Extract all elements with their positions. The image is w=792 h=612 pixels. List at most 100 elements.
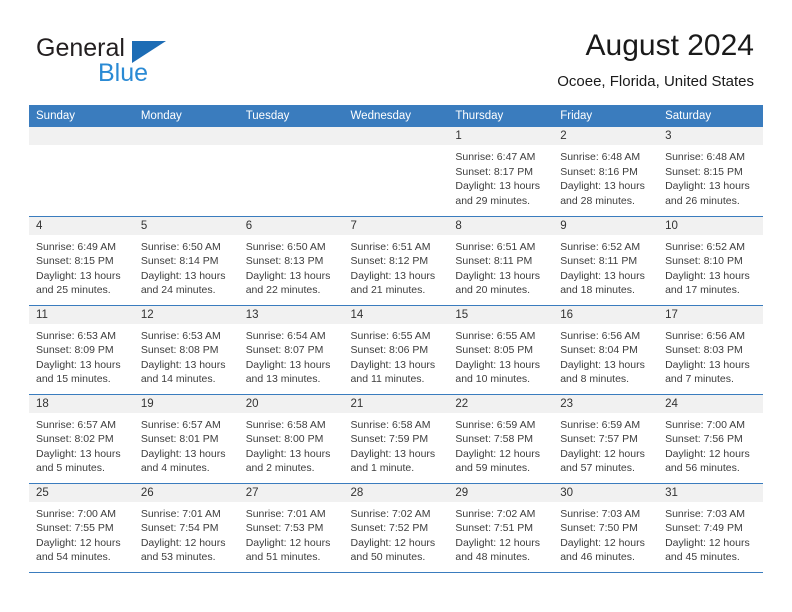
sunset-time: Sunset: 8:15 PM [665, 165, 743, 178]
calendar-day-cell[interactable]: 1 Sunrise: 6:47 AM Sunset: 8:17 PM Daylight… [448, 127, 554, 217]
calendar-week-row: 1 Sunrise: 6:47 AM Sunset: 8:17 PM Daylight… [29, 127, 763, 217]
daylight-duration-line2: and 54 minutes. [36, 551, 111, 563]
daylight-duration-line1: Daylight: 12 hours [36, 536, 121, 549]
daylight-duration-line1: Daylight: 13 hours [140, 447, 226, 460]
calendar-day-cell[interactable]: 17 Sunrise: 6:56 AM Sunset: 8:03 PM Dayligh… [658, 305, 763, 395]
sunrise-time: Sunrise: 6:57 AM [140, 418, 221, 431]
sunset-time: Sunset: 8:16 PM [560, 165, 638, 178]
sunrise-time: Sunrise: 6:53 AM [36, 329, 116, 342]
sunset-time: Sunset: 7:50 PM [560, 522, 638, 534]
calendar-day-cell[interactable]: 9 Sunrise: 6:52 AM Sunset: 8:11 PM Daylight… [553, 216, 659, 306]
daylight-duration-line1: Daylight: 13 hours [350, 447, 436, 460]
sunset-time: Sunset: 8:09 PM [36, 344, 114, 356]
calendar-day-cell[interactable]: 2 Sunrise: 6:48 AM Sunset: 8:16 PM Daylight… [553, 127, 659, 217]
day-details: Sunrise: 6:52 AM Sunset: 8:11 PM Daylight:… [553, 235, 658, 298]
daylight-duration-line1: Daylight: 13 hours [140, 269, 226, 282]
calendar-day-cell[interactable]: 23 Sunrise: 6:59 AM Sunset: 7:57 PM Dayligh… [553, 394, 659, 484]
calendar-day-cell[interactable]: 19 Sunrise: 6:57 AM Sunset: 8:01 PM Dayligh… [133, 394, 239, 484]
calendar-day-cell[interactable]: 7 Sunrise: 6:51 AM Sunset: 8:12 PM Daylight… [343, 216, 449, 306]
sunrise-time: Sunrise: 6:52 AM [665, 240, 746, 253]
daylight-duration-line1: Daylight: 12 hours [560, 447, 645, 460]
sunrise-time: Sunrise: 6:48 AM [560, 151, 641, 163]
day-number: 11 [29, 305, 134, 324]
day-number: 3 [658, 127, 763, 145]
day-details: Sunrise: 6:58 AM Sunset: 7:59 PM Daylight:… [344, 413, 449, 476]
daylight-duration-line2: and 10 minutes. [455, 373, 531, 385]
day-number: 10 [658, 216, 763, 235]
day-details: Sunrise: 6:59 AM Sunset: 7:58 PM Daylight:… [448, 413, 553, 476]
day-number: 5 [133, 216, 239, 235]
day-number: 26 [133, 483, 239, 502]
daylight-duration-line2: and 25 minutes. [36, 284, 111, 296]
calendar-day-cell[interactable]: 14 Sunrise: 6:55 AM Sunset: 8:06 PM Dayligh… [343, 305, 449, 395]
day-number: 31 [658, 483, 763, 502]
calendar-header-row: Sunday Monday Tuesday Wednesday Thursday Frid… [29, 105, 763, 127]
sunrise-time: Sunrise: 7:01 AM [245, 507, 326, 520]
day-details: Sunrise: 6:56 AM Sunset: 8:03 PM Daylight:… [658, 324, 763, 387]
calendar-day-cell[interactable]: 25 Sunrise: 7:00 AM Sunset: 7:55 PM Dayligh… [29, 483, 134, 573]
day-details: Sunrise: 6:57 AM Sunset: 8:01 PM Daylight:… [134, 413, 239, 476]
calendar-day-cell[interactable]: 29 Sunrise: 7:02 AM Sunset: 7:51 PM Dayligh… [448, 483, 554, 573]
day-number: 30 [553, 483, 659, 502]
calendar-day-cell[interactable]: 20 Sunrise: 6:58 AM Sunset: 8:00 PM Dayligh… [238, 394, 344, 484]
calendar-day-cell[interactable]: 10 Sunrise: 6:52 AM Sunset: 8:10 PM Dayligh… [658, 216, 763, 306]
sunrise-time: Sunrise: 7:01 AM [140, 507, 221, 520]
sunset-time: Sunset: 7:53 PM [245, 522, 324, 534]
sunrise-time: Sunrise: 6:58 AM [350, 418, 431, 431]
day-details: Sunrise: 6:47 AM Sunset: 8:17 PM Daylight:… [448, 145, 553, 208]
calendar-day-cell[interactable]: 3 Sunrise: 6:48 AM Sunset: 8:15 PM Daylight… [658, 127, 763, 217]
daylight-duration-line2: and 18 minutes. [560, 284, 635, 296]
day-details: Sunrise: 7:03 AM Sunset: 7:49 PM Daylight:… [658, 502, 763, 565]
location-subtitle: Ocoee, Florida, United States [557, 73, 754, 90]
calendar-day-cell[interactable]: 22 Sunrise: 6:59 AM Sunset: 7:58 PM Dayligh… [448, 394, 554, 484]
calendar-day-cell[interactable]: 12 Sunrise: 6:53 AM Sunset: 8:08 PM Dayligh… [133, 305, 239, 395]
sunrise-time: Sunrise: 6:59 AM [560, 418, 641, 431]
daylight-duration-line2: and 13 minutes. [245, 373, 321, 385]
page-header: General Blue August 2024 Ocoee, Florida,… [0, 0, 792, 100]
sunset-time: Sunset: 8:15 PM [36, 255, 114, 267]
calendar-day-cell-empty [343, 127, 449, 217]
day-number: 4 [29, 216, 134, 235]
day-number: 17 [658, 305, 763, 324]
sunset-time: Sunset: 7:55 PM [36, 522, 114, 534]
daylight-duration-line1: Daylight: 13 hours [665, 269, 750, 282]
sunset-time: Sunset: 8:01 PM [140, 433, 219, 445]
daylight-duration-line2: and 7 minutes. [665, 373, 734, 385]
calendar-day-cell[interactable]: 4 Sunrise: 6:49 AM Sunset: 8:15 PM Daylight… [29, 216, 134, 306]
calendar-day-cell[interactable]: 6 Sunrise: 6:50 AM Sunset: 8:13 PM Daylight… [238, 216, 344, 306]
daylight-duration-line2: and 51 minutes. [245, 551, 321, 563]
sunrise-time: Sunrise: 6:55 AM [455, 329, 536, 342]
calendar-day-cell[interactable]: 26 Sunrise: 7:01 AM Sunset: 7:54 PM Dayligh… [133, 483, 239, 573]
daylight-duration-line2: and 14 minutes. [140, 373, 216, 385]
calendar-day-cell[interactable]: 13 Sunrise: 6:54 AM Sunset: 8:07 PM Dayligh… [238, 305, 344, 395]
calendar-day-cell[interactable]: 31 Sunrise: 7:03 AM Sunset: 7:49 PM Dayligh… [658, 483, 763, 573]
daylight-duration-line1: Daylight: 13 hours [455, 269, 541, 282]
sunset-time: Sunset: 8:02 PM [36, 433, 114, 445]
day-number: 14 [343, 305, 449, 324]
general-blue-logo[interactable]: General Blue [36, 34, 266, 90]
calendar-day-cell[interactable]: 30 Sunrise: 7:03 AM Sunset: 7:50 PM Dayligh… [553, 483, 659, 573]
calendar-day-cell-empty [133, 127, 239, 217]
day-details: Sunrise: 7:02 AM Sunset: 7:51 PM Daylight:… [448, 502, 553, 565]
calendar-day-cell[interactable]: 16 Sunrise: 6:56 AM Sunset: 8:04 PM Dayligh… [553, 305, 659, 395]
calendar-day-cell[interactable]: 24 Sunrise: 7:00 AM Sunset: 7:56 PM Dayligh… [658, 394, 763, 484]
calendar-day-cell[interactable]: 8 Sunrise: 6:51 AM Sunset: 8:11 PM Daylight… [448, 216, 554, 306]
calendar-day-cell[interactable]: 15 Sunrise: 6:55 AM Sunset: 8:05 PM Dayligh… [448, 305, 554, 395]
day-details: Sunrise: 6:48 AM Sunset: 8:16 PM Daylight:… [553, 145, 658, 208]
sunrise-time: Sunrise: 6:47 AM [455, 151, 536, 163]
calendar-day-cell[interactable]: 11 Sunrise: 6:53 AM Sunset: 8:09 PM Dayligh… [29, 305, 134, 395]
sunset-time: Sunset: 7:59 PM [350, 433, 429, 445]
calendar-day-cell[interactable]: 21 Sunrise: 6:58 AM Sunset: 7:59 PM Dayligh… [343, 394, 449, 484]
sunset-time: Sunset: 8:12 PM [350, 255, 429, 267]
daylight-duration-line1: Daylight: 13 hours [36, 358, 121, 371]
calendar-day-cell[interactable]: 27 Sunrise: 7:01 AM Sunset: 7:53 PM Dayligh… [238, 483, 344, 573]
weekday-header-sunday: Sunday [29, 105, 134, 127]
day-details: Sunrise: 7:00 AM Sunset: 7:55 PM Daylight:… [29, 502, 134, 565]
day-number: 21 [343, 394, 449, 413]
calendar-day-cell[interactable]: 5 Sunrise: 6:50 AM Sunset: 8:14 PM Daylight… [133, 216, 239, 306]
weekday-header-thursday: Thursday [448, 105, 554, 127]
calendar-day-cell[interactable]: 18 Sunrise: 6:57 AM Sunset: 8:02 PM Dayligh… [29, 394, 134, 484]
calendar-day-cell[interactable]: 28 Sunrise: 7:02 AM Sunset: 7:52 PM Dayligh… [343, 483, 449, 573]
daylight-duration-line1: Daylight: 12 hours [455, 536, 541, 549]
day-number: 28 [343, 483, 449, 502]
